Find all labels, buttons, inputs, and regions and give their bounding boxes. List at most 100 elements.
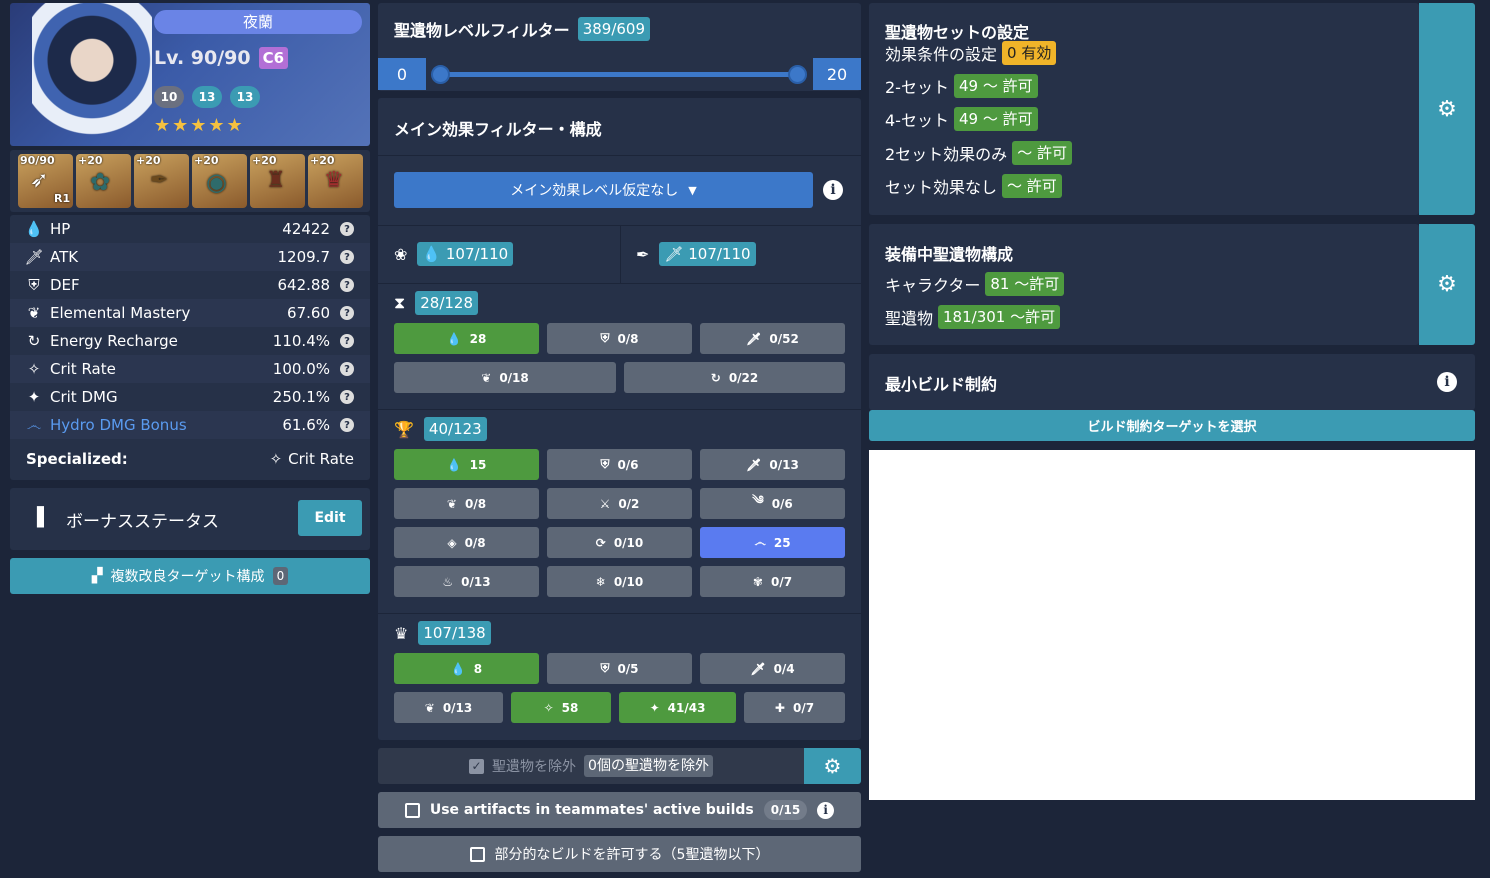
circlet-hp-button[interactable]: 💧 8 — [394, 653, 539, 684]
button-count: 0/10 — [613, 574, 644, 589]
button-count: 28 — [469, 331, 487, 346]
stat-row-hp: 💧 HP 42422? — [10, 215, 370, 243]
multi-target-button[interactable]: ▞ 複数改良ターゲット構成 0 — [10, 558, 370, 594]
flower-count: 💧 107/110 — [417, 242, 514, 266]
goblet-physical-button[interactable]: ⚔ 0/2 — [547, 488, 692, 519]
artifact-level: +20 — [252, 154, 277, 167]
def-icon: ⛨ — [600, 457, 610, 471]
help-icon[interactable]: ? — [340, 418, 354, 432]
circlet-heal-button[interactable]: ✚ 0/7 — [744, 692, 845, 723]
electro-icon: ⟳ — [595, 535, 606, 550]
goblet-em-button[interactable]: ❦ 0/8 — [394, 488, 539, 519]
equipped-settings-button[interactable]: ⚙ — [1419, 224, 1475, 345]
help-icon[interactable]: ? — [340, 334, 354, 348]
sands-slot[interactable]: +20 ◉ — [192, 154, 247, 208]
partial-build-toggle[interactable]: 部分的なビルドを許可する（5聖遺物以下） — [378, 836, 861, 872]
circlet-atk-button[interactable]: 🗡 0/4 — [700, 653, 845, 684]
main-level-dropdown[interactable]: メイン効果レベル仮定なし ▼ — [394, 172, 813, 208]
er-icon: ↻ — [27, 332, 41, 350]
help-icon[interactable]: ? — [340, 222, 354, 236]
em-icon: ❦ — [424, 700, 435, 715]
specialized-row: Specialized: ✧ Crit Rate — [10, 445, 370, 473]
circlet-crit-rate-button[interactable]: ✧ 58 — [511, 692, 611, 723]
level-min-box[interactable]: 0 — [378, 58, 426, 90]
stat-name: DEF — [50, 276, 80, 294]
edit-button[interactable]: Edit — [298, 500, 362, 536]
help-icon[interactable]: ? — [340, 278, 354, 292]
weapon-slot[interactable]: 90/90 R1 ➶ — [18, 154, 73, 208]
character-card[interactable]: 夜蘭 Lv. 90/90 C6 10 13 13 ★★★★★ — [10, 3, 370, 146]
stat-row-em: ❦ Elemental Mastery 67.60? — [10, 299, 370, 327]
flower-filter: ❀ 💧 107/110 — [394, 242, 514, 266]
cond-row: 効果条件の設定 0 有効 — [885, 41, 1057, 65]
level-slider-min-handle[interactable] — [431, 65, 450, 84]
plume-slot[interactable]: +20 ✒ — [134, 154, 189, 208]
goblet-dendro-button[interactable]: ✾ 0/7 — [700, 566, 845, 597]
set-config-settings-button[interactable]: ⚙ — [1419, 3, 1475, 215]
bonus-stats-label: ボーナスステータス — [66, 512, 219, 532]
goblet-electro-button[interactable]: ⟳ 0/10 — [547, 527, 692, 558]
sands-er-button[interactable]: ↻ 0/22 — [624, 362, 845, 393]
goblet-geo-button[interactable]: ◈ 0/8 — [394, 527, 539, 558]
exclude-checkbox[interactable]: ✓ — [469, 758, 485, 774]
info-icon[interactable]: i — [823, 180, 843, 200]
stat-value: 61.6% — [282, 416, 330, 434]
exclude-row: ✓ 聖遺物を除外 0個の聖遺物を除外 — [378, 748, 804, 784]
checkbox-icon — [404, 802, 420, 818]
teammates-toggle[interactable]: Use artifacts in teammates' active build… — [378, 792, 861, 828]
goblet-hp-button[interactable]: 💧 15 — [394, 449, 539, 480]
atk-icon: 🗡 — [24, 248, 44, 266]
goblet-def-button[interactable]: ⛨ 0/6 — [547, 449, 692, 480]
no-set-row: セット効果なし～ 許可 — [885, 174, 1062, 198]
crit-dmg-icon: ✦ — [649, 700, 660, 715]
circlet-em-button[interactable]: ❦ 0/13 — [394, 692, 503, 723]
goblet-icon: 🏆 — [394, 419, 414, 439]
help-icon[interactable]: ? — [340, 306, 354, 320]
flower-slot[interactable]: +20 ✿ — [76, 154, 131, 208]
info-icon[interactable]: i — [1437, 372, 1457, 392]
set-config-title: 聖遺物セットの設定 — [885, 23, 1030, 42]
sands-atk-button[interactable]: 🗡 0/52 — [700, 323, 845, 354]
crit-rate-icon: ✧ — [543, 700, 554, 715]
button-count: 25 — [773, 535, 791, 550]
info-icon[interactable]: i — [817, 801, 835, 819]
goblet-cryo-button[interactable]: ❄ 0/10 — [547, 566, 692, 597]
help-icon[interactable]: ? — [340, 390, 354, 404]
circlet-slot[interactable]: +20 ♛ — [308, 154, 363, 208]
equipped-art-label: 聖遺物 — [885, 309, 934, 328]
goblet-anemo-button[interactable]: ༄ 0/6 — [700, 488, 845, 519]
level-slider-max-handle[interactable] — [788, 65, 807, 84]
hp-icon: 💧 — [422, 245, 442, 263]
hp-icon: 💧 — [446, 331, 462, 346]
goblet-pyro-button[interactable]: ♨ 0/13 — [394, 566, 539, 597]
refinement-badge: R1 — [54, 192, 71, 205]
help-icon[interactable]: ? — [340, 362, 354, 376]
artifact-level: +20 — [310, 154, 335, 167]
goblet-atk-button[interactable]: 🗡 0/13 — [700, 449, 845, 480]
button-count: 58 — [561, 700, 579, 715]
level-max-box[interactable]: 20 — [813, 58, 861, 90]
min-build-target-button[interactable]: ビルド制約ターゲットを選択 — [869, 410, 1475, 441]
artifact-level: +20 — [194, 154, 219, 167]
circlet-crit-dmg-button[interactable]: ✦ 41/43 — [619, 692, 736, 723]
artifact-level: +20 — [78, 154, 103, 167]
goblet-slot[interactable]: +20 ♜ — [250, 154, 305, 208]
stat-name: ATK — [50, 248, 79, 266]
button-count: 0/7 — [792, 700, 815, 715]
circlet-def-button[interactable]: ⛨ 0/5 — [547, 653, 692, 684]
level-filter-count: 389/609 — [577, 17, 651, 41]
two-set-label: 2-セット — [885, 78, 949, 97]
goblet-hydro-button[interactable]: ෴ 25 — [700, 527, 845, 558]
button-count: 0/13 — [461, 574, 491, 589]
button-count: 15 — [469, 457, 487, 472]
sands-def-button[interactable]: ⛨ 0/8 — [547, 323, 692, 354]
exclude-settings-button[interactable]: ⚙ — [804, 748, 861, 784]
two-only-row: 2セット効果のみ～ 許可 — [885, 141, 1072, 165]
dendro-icon: ✾ — [752, 574, 763, 589]
sands-hp-button[interactable]: 💧 28 — [394, 323, 539, 354]
crit-dmg-icon: ✦ — [27, 388, 41, 406]
button-count: 0/6 — [617, 457, 639, 472]
level-slider-track[interactable] — [440, 72, 798, 77]
help-icon[interactable]: ? — [340, 250, 354, 264]
sands-em-button[interactable]: ❦ 0/18 — [394, 362, 616, 393]
